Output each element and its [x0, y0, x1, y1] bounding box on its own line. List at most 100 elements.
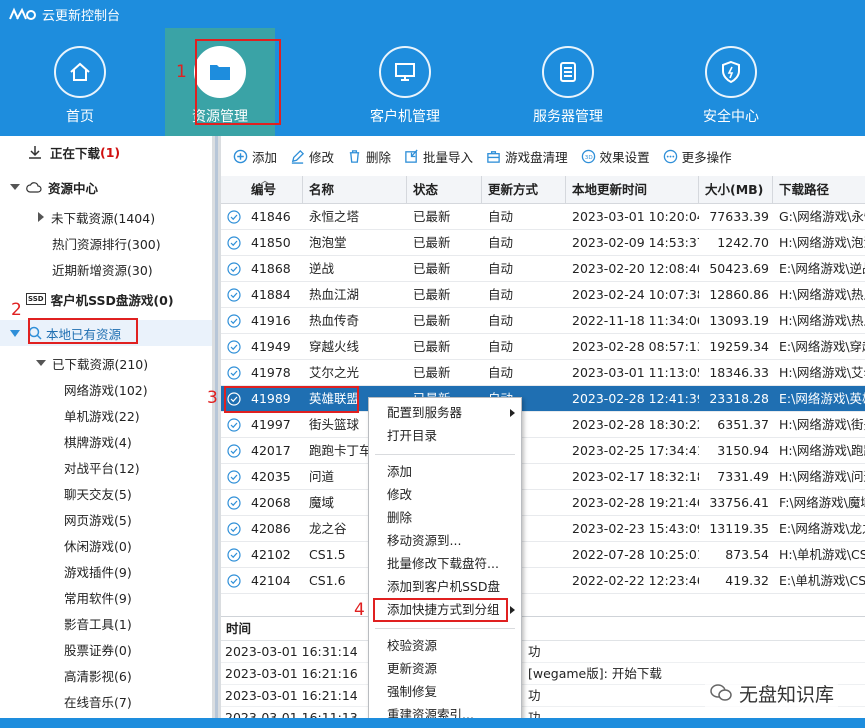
tree-category-item[interactable]: 高清影视(6) [64, 662, 132, 688]
table-row[interactable]: 41949 穿越火线 已最新 自动 2023-02-28 08:57:13 19259.3… [221, 334, 865, 360]
home-icon [70, 62, 90, 81]
effect-settings-button[interactable]: 3D 效果设置 [581, 147, 650, 166]
table-row[interactable]: 41997街头篮球已最新自动2023-02-28 18:30:226351.37… [221, 412, 865, 438]
table-cell: 已最新 [413, 287, 451, 302]
tree-category-item[interactable]: 常用软件(9) [64, 584, 132, 610]
table-row[interactable]: 41846 永恒之塔 已最新 自动 2023-03-01 10:20:04 77633.3… [221, 204, 865, 230]
nav-resource-management[interactable]: 资源管理 [165, 28, 275, 136]
table-row[interactable]: 42068魔域已最新自动2023-02-28 19:21:4633756.41F… [221, 490, 865, 516]
menu-item[interactable]: 移动资源到... [369, 530, 521, 552]
table-row[interactable]: 41916 热血传奇 已最新 自动 2022-11-18 11:34:06 13093.1… [221, 308, 865, 334]
tree-hot-ranking[interactable]: 热门资源排行(300) [52, 230, 161, 256]
col-status[interactable]: 状态 [407, 176, 482, 204]
delete-label: 删除 [366, 149, 392, 165]
menu-item[interactable]: 修改 [369, 484, 521, 506]
more-actions-label: 更多操作 [681, 149, 732, 165]
table-cell: 2023-02-17 18:32:18 [572, 469, 699, 484]
menu-item[interactable]: 删除 [369, 507, 521, 529]
table-row[interactable]: 41978 艾尔之光 已最新 自动 2023-03-01 11:13:05 18346.3… [221, 360, 865, 386]
table-cell: 2023-02-09 14:53:37 [572, 235, 699, 250]
table-cell: 2023-02-28 12:41:39 [572, 391, 699, 406]
col-download-path[interactable]: 下载路径 [773, 176, 865, 204]
log-row[interactable]: 2023-03-01 16:31:14 功 [221, 641, 865, 663]
download-icon [29, 146, 41, 159]
nav-server-label: 服务器管理 [533, 109, 603, 125]
add-button[interactable]: 添加 [233, 147, 277, 166]
table-cell: 12860.86 [709, 287, 769, 302]
nav-client-management[interactable]: 客户机管理 [350, 28, 460, 136]
table-row[interactable]: 42017跑跑卡丁车已最新自动2023-02-25 17:34:413150.9… [221, 438, 865, 464]
menu-item[interactable]: 添加 [369, 461, 521, 483]
menu-item[interactable]: 打开目录 [369, 425, 521, 447]
main-nav: 首页 资源管理 客户机管理 服务器管理 安全中心 [0, 28, 865, 136]
tree-category-item[interactable]: 棋牌游戏(4) [64, 428, 132, 454]
collapse-arrow-icon[interactable] [38, 212, 44, 222]
edit-label: 修改 [309, 149, 335, 165]
tree-category-item[interactable]: 网络游戏(102) [64, 376, 148, 402]
tree-category-item[interactable]: 单机游戏(22) [64, 402, 140, 428]
tree-downloaded[interactable]: 已下载资源(210) [36, 350, 148, 376]
game-disk-cleanup-button[interactable]: 游戏盘清理 [486, 147, 568, 166]
table-row[interactable]: 41850 泡泡堂 已最新 自动 2023-02-09 14:53:37 1242.70 H… [221, 230, 865, 256]
table-cell: H:\网络游戏\问道 [779, 469, 865, 484]
table-cell: H:\网络游戏\泡泡堂 [779, 235, 865, 250]
col-name[interactable]: 名称 [303, 176, 407, 204]
hot-ranking-label: 热门资源排行(300) [52, 236, 161, 252]
table-cell: 永恒之塔 [309, 209, 360, 224]
tree-downloading[interactable]: 正在下载 (1) [28, 139, 120, 165]
expand-arrow-icon[interactable] [10, 184, 20, 190]
table-cell: 41884 [251, 287, 291, 302]
tree-category-item[interactable]: 在线音乐(7) [64, 688, 132, 714]
tree-category-item[interactable]: 网页游戏(5) [64, 506, 132, 532]
tree-client-ssd[interactable]: SSD 客户机SSD盘游戏(0) [26, 286, 174, 312]
table-cell: 2022-02-22 12:23:46 [572, 573, 699, 588]
table-cell: 6351.37 [717, 417, 769, 432]
context-menu: 配置到服务器 打开目录添加 修改 删除 移动资源到... 批量修改下载盘符... 添加到客户… [368, 397, 522, 728]
expand-arrow-icon[interactable] [10, 329, 20, 337]
tree-category-item[interactable]: 对战平台(12) [64, 454, 140, 480]
col-update-mode[interactable]: 更新方式 [482, 176, 566, 204]
tree-category-item[interactable]: 影音工具(1) [64, 610, 132, 636]
delete-button[interactable]: 删除 [347, 147, 391, 166]
col-local-update-time[interactable]: 本地更新时间 [566, 176, 699, 204]
tree-category-item[interactable]: 股票证券(0) [64, 636, 132, 662]
menu-item[interactable]: 添加快捷方式到分组 [369, 599, 521, 621]
menu-item[interactable]: 配置到服务器 [369, 402, 521, 424]
table-row[interactable]: 41989英雄联盟已最新自动2023-02-28 12:41:3923318.2… [221, 386, 865, 412]
tree-category-item[interactable]: 休闲游戏(0) [64, 532, 132, 558]
edit-button[interactable]: 修改 [290, 147, 334, 166]
table-row[interactable]: 42104CS1.6已最新自动2022-02-22 12:23:46419.32… [221, 568, 865, 594]
more-actions-button[interactable]: 更多操作 [663, 147, 732, 166]
tree-undownloaded[interactable]: 未下载资源(1404) [38, 204, 155, 230]
batch-import-button[interactable]: 批量导入 [404, 147, 473, 166]
table-row[interactable]: 41884 热血江湖 已最新 自动 2023-02-24 10:07:38 12860.8… [221, 282, 865, 308]
menu-item[interactable]: 强制修复 [369, 681, 521, 703]
tree-local-resources[interactable]: 本地已有资源 [0, 320, 212, 346]
menu-item[interactable]: 校验资源 [369, 635, 521, 657]
table-row[interactable]: 42086龙之谷已最新自动2023-02-23 15:43:0913119.35… [221, 516, 865, 542]
tree-category-item[interactable]: 聊天交友(5) [64, 480, 132, 506]
table-cell: 42017 [251, 443, 291, 458]
menu-item[interactable]: 更新资源 [369, 658, 521, 680]
app-window: 云更新控制台 首页 资源管理 客户机管理 服务器管理 安全中心 正在下载 (1)… [0, 0, 865, 728]
tree-resource-center[interactable]: 资源中心 [10, 174, 98, 200]
nav-home[interactable]: 首页 [25, 28, 135, 136]
table-row[interactable]: 42102CS1.5已最新自动2022-07-28 10:25:01873.54… [221, 542, 865, 568]
table-row[interactable]: 41868 逆战 已最新 自动 2023-02-20 12:08:40 50423.69 E… [221, 256, 865, 282]
table-cell: 2023-02-25 17:34:41 [572, 443, 699, 458]
menu-item[interactable]: 批量修改下载盘符... [369, 553, 521, 575]
table-row[interactable]: 42035问道已最新自动2023-02-17 18:32:187331.49H:… [221, 464, 865, 490]
nav-server-management[interactable]: 服务器管理 [513, 28, 623, 136]
tree-recent-added[interactable]: 近期新增资源(30) [52, 256, 153, 282]
tree-category-item[interactable]: 游戏插件(9) [64, 558, 132, 584]
nav-security-center[interactable]: 安全中心 [676, 28, 786, 136]
col-size[interactable]: 大小(MB) [699, 176, 773, 204]
table-cell: 已最新 [413, 365, 451, 380]
title-bar: 云更新控制台 [0, 0, 120, 28]
table-cell: 艾尔之光 [309, 365, 360, 380]
expand-arrow-icon[interactable] [36, 360, 46, 366]
col-id[interactable]: 编号 ︿ [221, 176, 303, 204]
menu-item[interactable]: 添加到客户机SSD盘 [369, 576, 521, 598]
table-cell: E:\网络游戏\逆战 [779, 261, 865, 276]
table-cell: 已最新 [413, 313, 451, 328]
